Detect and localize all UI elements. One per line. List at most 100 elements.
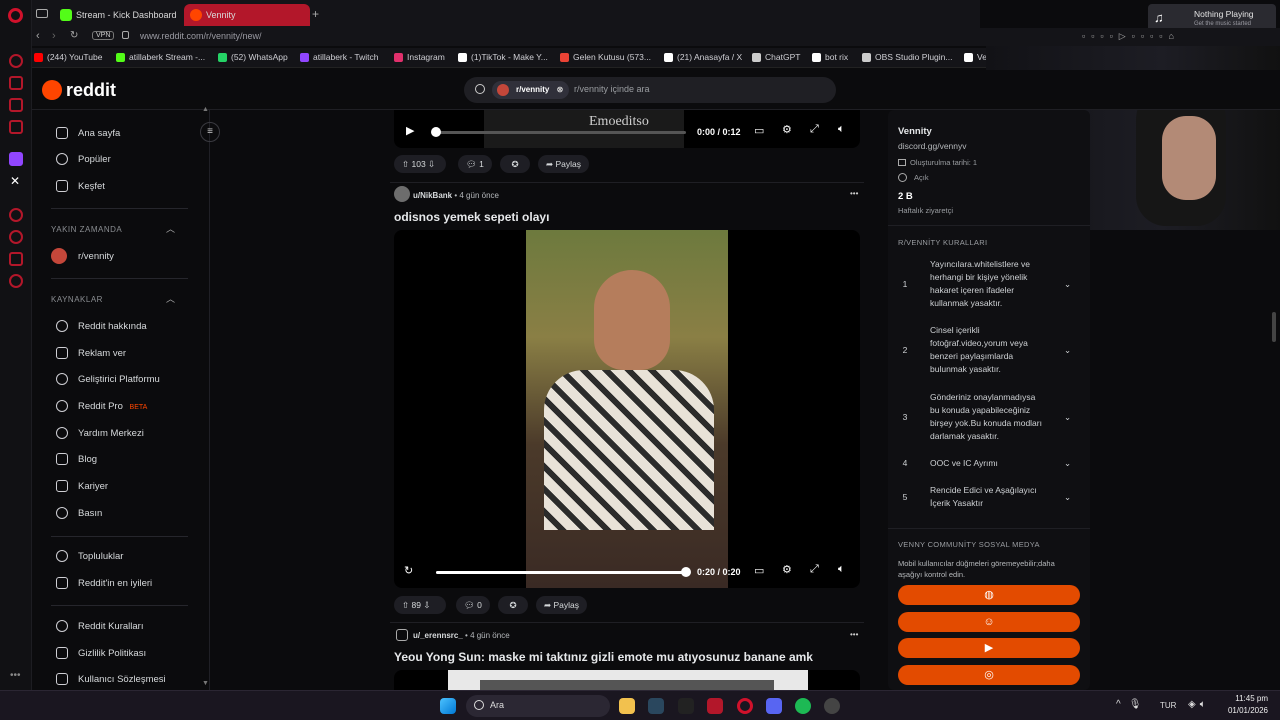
recent-vennity[interactable]: r/vennity bbox=[51, 248, 114, 264]
bookmark-item[interactable]: bot rix bbox=[812, 52, 848, 62]
terminal-icon[interactable] bbox=[678, 698, 694, 714]
post-options-icon[interactable]: ••• bbox=[850, 630, 858, 639]
x-icon[interactable]: ✕ bbox=[10, 174, 20, 188]
bookmark-item[interactable]: (244) YouTube bbox=[34, 52, 102, 62]
new-tab-button[interactable]: + bbox=[312, 7, 319, 21]
url-field[interactable]: www.reddit.com/r/vennity/new/ bbox=[140, 31, 262, 41]
comments-button[interactable]: 💬︎ 1 bbox=[458, 155, 492, 173]
steam-icon[interactable] bbox=[648, 698, 664, 714]
nav-developer[interactable]: Geliştirici Platformu bbox=[56, 373, 160, 385]
settings-icon[interactable]: ⚙ bbox=[782, 123, 792, 136]
rule-item[interactable]: 5 Rencide Edici ve Aşağılayıcı İçerik Yas… bbox=[898, 484, 1078, 512]
rule-item[interactable]: 2 Cinsel içerikli fotoğraf.video,yorum ve… bbox=[898, 324, 1078, 376]
captions-icon[interactable]: ▭ bbox=[754, 564, 764, 577]
rule-item[interactable]: 1 Yayıncılara.whitelistlere ve herhangi b… bbox=[898, 258, 1078, 310]
subreddit-chip[interactable]: r/vennity ⊗ bbox=[492, 81, 570, 99]
vpn-badge[interactable]: VPN bbox=[92, 31, 115, 40]
page-scrollbar[interactable] bbox=[1272, 312, 1276, 342]
vote-control[interactable]: ⇧ 103 ⇩ bbox=[394, 155, 446, 173]
captions-icon[interactable]: ▭ bbox=[754, 124, 764, 137]
post-options-icon[interactable]: ••• bbox=[850, 189, 858, 198]
post-title[interactable]: odisnos yemek sepeti olayı bbox=[394, 210, 549, 224]
nav-help[interactable]: Yardım Merkezi bbox=[56, 427, 144, 439]
bookmark-item[interactable]: ChatGPT bbox=[752, 52, 800, 62]
toolbar-icons[interactable]: ▫▫▫▫▷▫▫▫▫⌂ bbox=[1082, 31, 1180, 42]
spotify-icon[interactable] bbox=[795, 698, 811, 714]
windows-start-icon[interactable] bbox=[440, 698, 456, 714]
bookmark-item[interactable]: (52) WhatsApp bbox=[218, 52, 288, 62]
clock-time[interactable]: 11:45 pm bbox=[1224, 694, 1268, 703]
vote-control[interactable]: ⇧ 89 ⇩ bbox=[394, 596, 446, 614]
section-recent[interactable]: YAKIN ZAMANDA bbox=[51, 225, 122, 234]
reddit-logo[interactable]: reddit bbox=[42, 80, 116, 101]
bookmark-item[interactable]: atillaberk Stream -... bbox=[116, 52, 205, 62]
nav-about[interactable]: Reddit hakkında bbox=[56, 320, 147, 332]
youtube-button[interactable]: ▶ bbox=[898, 638, 1080, 658]
sidebar-scroll-down-icon[interactable]: ▼ bbox=[202, 680, 209, 687]
sidebar-toggle-button[interactable]: ≡ bbox=[200, 122, 220, 142]
play-icon[interactable]: ▶ bbox=[406, 124, 414, 137]
volume-icon[interactable]: 🔈︎ bbox=[838, 563, 845, 576]
language-indicator[interactable]: TUR bbox=[1160, 701, 1176, 710]
share-button[interactable]: ➦ Paylaş bbox=[536, 596, 587, 614]
progress-bar[interactable] bbox=[436, 131, 686, 134]
bookmark-item[interactable]: (21) Anasayfa / X bbox=[664, 52, 742, 62]
nav-explore[interactable]: Keşfet bbox=[56, 180, 105, 192]
video-player[interactable]: Emoeditso ▶ 0:00 / 0:12 ▭ ⚙ ⤢ 🔈︎ bbox=[394, 110, 860, 148]
tray-status-icons[interactable]: ◈🔈︎ bbox=[1188, 699, 1210, 710]
history-icon[interactable] bbox=[9, 230, 23, 244]
search-input[interactable]: r/vennity ⊗ r/vennity içinde ara bbox=[464, 77, 836, 103]
discord-icon[interactable] bbox=[766, 698, 782, 714]
nav-communities[interactable]: Topluluklar bbox=[56, 550, 123, 562]
fullscreen-icon[interactable]: ⤢ bbox=[810, 563, 819, 576]
chevron-up-icon[interactable]: ︿ bbox=[166, 222, 175, 235]
bookmark-item[interactable]: OBS Studio Plugin... bbox=[862, 52, 953, 62]
rule-item[interactable]: 4 OOC ve IC Ayrımı ⌄ bbox=[898, 457, 1078, 471]
bookmark-item[interactable]: (1)TikTok - Make Y... bbox=[458, 52, 548, 62]
forward-icon[interactable]: › bbox=[52, 30, 56, 42]
discord-button[interactable]: ☺ bbox=[898, 612, 1080, 632]
tab-menu-icon[interactable] bbox=[36, 9, 48, 18]
more-icon[interactable]: ••• bbox=[10, 670, 21, 681]
taskbar-search[interactable]: Ara bbox=[466, 695, 610, 717]
sidebar-app-icon[interactable] bbox=[9, 252, 23, 266]
post-title[interactable]: Yeou Yong Sun: maske mi taktınız gizli e… bbox=[394, 650, 813, 664]
nav-home[interactable]: Ana sayfa bbox=[56, 127, 120, 139]
fullscreen-icon[interactable]: ⤢ bbox=[810, 123, 819, 136]
settings-icon[interactable] bbox=[9, 274, 23, 288]
chip-close-icon[interactable]: ⊗ bbox=[557, 81, 564, 99]
post-author[interactable]: u/_erennsrc_ bbox=[413, 631, 463, 640]
nav-careers[interactable]: Kariyer bbox=[56, 480, 108, 492]
comments-button[interactable]: 💬︎ 0 bbox=[456, 596, 490, 614]
opera-icon[interactable] bbox=[737, 698, 753, 714]
bookmark-item[interactable]: Gelen Kutusu (573... bbox=[560, 52, 651, 62]
nav-reddit-pro[interactable]: Reddit Pro BETA bbox=[56, 400, 147, 412]
app-icon[interactable] bbox=[824, 698, 840, 714]
nav-privacy[interactable]: Gizlilik Politikası bbox=[56, 647, 146, 659]
post-media[interactable] bbox=[394, 670, 860, 690]
opera-logo-icon[interactable] bbox=[8, 8, 23, 23]
nav-user-agreement[interactable]: Kullanıcı Sözleşmesi bbox=[56, 673, 166, 685]
rule-item[interactable]: 3 Gönderiniz onaylanmadıysa bu konuda yap… bbox=[898, 391, 1078, 443]
website-button[interactable]: ◍ bbox=[898, 585, 1080, 605]
sidebar-scroll-up-icon[interactable]: ▲ bbox=[202, 106, 209, 113]
chevron-up-icon[interactable]: ︿ bbox=[166, 292, 175, 305]
sidebar-app-icon[interactable] bbox=[9, 98, 23, 112]
author-avatar[interactable] bbox=[394, 186, 410, 202]
file-explorer-icon[interactable] bbox=[619, 698, 635, 714]
tab-vennity[interactable]: Vennity bbox=[184, 4, 310, 26]
obs-icon[interactable] bbox=[707, 698, 723, 714]
back-icon[interactable]: ‹ bbox=[36, 30, 40, 42]
award-button[interactable]: ✪ bbox=[500, 155, 530, 173]
share-button[interactable]: ➦ Paylaş bbox=[538, 155, 589, 173]
sidebar-app-icon[interactable] bbox=[9, 208, 23, 222]
progress-knob[interactable] bbox=[681, 567, 691, 577]
post-author[interactable]: u/NikBank bbox=[413, 191, 452, 200]
sidebar-app-icon[interactable] bbox=[9, 120, 23, 134]
section-resources[interactable]: KAYNAKLAR bbox=[51, 295, 103, 304]
reload-icon[interactable]: ↻ bbox=[70, 30, 78, 41]
clock-date[interactable]: 01/01/2026 bbox=[1220, 706, 1268, 715]
nav-rules[interactable]: Reddit Kuralları bbox=[56, 620, 143, 632]
community-link[interactable]: discord.gg/vennyv bbox=[898, 141, 967, 151]
award-button[interactable]: ✪ bbox=[498, 596, 528, 614]
